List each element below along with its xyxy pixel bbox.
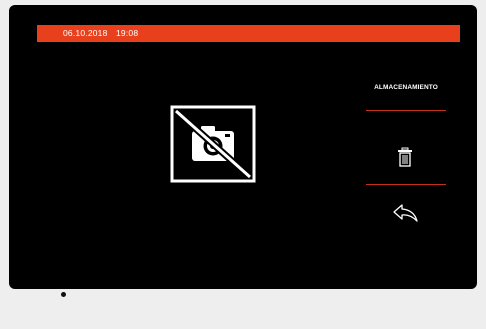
status-time: 19:08 bbox=[116, 28, 139, 38]
camera-off-icon bbox=[170, 105, 256, 183]
menu-divider bbox=[366, 110, 446, 111]
menu-divider bbox=[366, 184, 446, 185]
trash-icon bbox=[398, 147, 412, 167]
delete-button[interactable] bbox=[394, 146, 416, 168]
status-bar: 06.10.2018 19:08 bbox=[37, 25, 460, 42]
storage-button[interactable]: ALMACENAMIENTO bbox=[366, 84, 446, 98]
back-button[interactable] bbox=[392, 202, 420, 224]
status-date: 06.10.2018 bbox=[63, 28, 108, 38]
side-menu: ALMACENAMIENTO bbox=[366, 74, 446, 234]
back-arrow-icon bbox=[393, 204, 418, 222]
bullet-point bbox=[61, 292, 66, 297]
